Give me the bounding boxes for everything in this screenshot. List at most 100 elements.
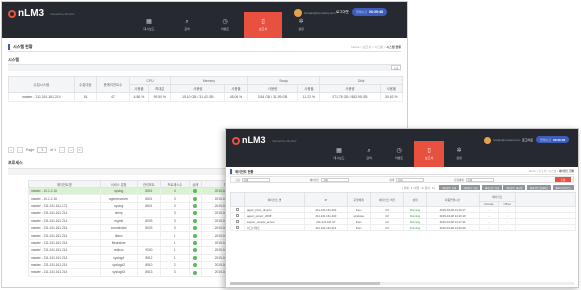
status-ok-icon	[193, 226, 198, 231]
logout-link[interactable]: 로그아웃	[336, 10, 349, 15]
scrollbar-thumb[interactable]	[230, 282, 380, 285]
first-page-button[interactable]: «	[8, 147, 14, 153]
table-row[interactable]: master - 211.241.161.214 mgmtl 8003 3 2015-0…	[28, 216, 258, 225]
register-agent-button[interactable]: 에이전트 등록	[439, 185, 460, 190]
restart-agent-button[interactable]: 에이전트 재시작	[503, 185, 526, 190]
col-header: 사용율	[379, 84, 404, 93]
cell: 271.76 GB / 883.95 GB	[319, 92, 381, 102]
logout-link[interactable]: 로그아웃	[522, 138, 533, 142]
current-time: 현재시간 00:29:48	[352, 8, 388, 16]
cell: 8003	[136, 223, 161, 233]
row-checkbox[interactable]	[230, 224, 245, 231]
nav-settings[interactable]: ✲ 설정	[444, 141, 474, 167]
app-logo[interactable]: nLM3	[242, 135, 266, 145]
breadcrumb-item[interactable]: 보고서	[363, 45, 371, 49]
status-ok-icon	[193, 204, 198, 209]
event-icon: ◷	[396, 148, 402, 154]
breadcrumb-item[interactable]: 보고서	[539, 170, 546, 173]
breadcrumb-item[interactable]: Home	[529, 170, 536, 173]
horizontal-scrollbar[interactable]	[230, 282, 574, 285]
status-cell	[188, 216, 203, 225]
delete-agent-button[interactable]: 에이전트 삭제	[481, 185, 502, 190]
status-ok-icon	[193, 218, 198, 223]
user-avatar[interactable]	[294, 9, 302, 17]
app-logo[interactable]: nLM3	[18, 8, 44, 19]
update-agent-button[interactable]: 에이전트 업데이트	[526, 185, 552, 190]
cell-blank	[515, 224, 576, 231]
breadcrumb-item[interactable]: Home	[352, 45, 360, 49]
table-row[interactable]: master - 211.241.161.214 syslogd2 8510 2 201…	[28, 260, 258, 270]
table-row[interactable]: master - 211.241.161.214 syslogd 8512 1 2015…	[28, 253, 258, 262]
top-navigation-bar: nLM3 Interactive Monitor ▦ 대시보드 ⌕ 검색 ◷ 이벤트 …	[226, 129, 578, 167]
system-section-title: 시스템	[8, 57, 20, 62]
nav-label: 설정	[456, 156, 462, 160]
table-row[interactable]: master - 10.1.2.16 agentreceiver 8501 3 2015…	[28, 194, 258, 203]
nav-event[interactable]: ◷ 이벤트	[206, 12, 244, 38]
nav-report[interactable]: ▯ 보고서	[244, 12, 282, 38]
cell: master - 211.241.161.214	[28, 238, 101, 248]
page-title: 에이전트 현황	[230, 168, 253, 174]
group-select[interactable]: 전체	[241, 177, 270, 182]
col-header: 상태	[403, 192, 427, 207]
page-input[interactable]: 1	[37, 147, 48, 153]
cell: master - 211.241.161.214	[28, 268, 101, 277]
excel-download-button[interactable]: Excel 다운로드	[552, 185, 574, 190]
table-row[interactable]: master - 211.241.161.214 16 47 4.86 % 99…	[8, 92, 404, 102]
system-query-button[interactable]: 조회	[391, 65, 401, 70]
breadcrumb-item[interactable]: 시스템	[549, 170, 556, 173]
col-header: 사용율	[297, 84, 321, 93]
table-row[interactable]: master - 211.241.161.214 syslogd3 8513 3 201…	[28, 268, 258, 277]
cell: 99.50 %	[148, 92, 172, 102]
cell: 1	[159, 231, 190, 240]
nav-dashboard[interactable]: ▦ 대시보드	[130, 12, 168, 38]
cell: linux	[346, 224, 371, 231]
select-all-checkbox[interactable]	[230, 192, 245, 207]
col-header: 총에이전트수	[96, 76, 130, 93]
page-header: 시스템 현황 Home > 보고서 > 시스템 > 시스템 현황	[8, 42, 401, 52]
col-header: 사용량	[246, 84, 299, 93]
nav-dashboard[interactable]: ▦ 대시보드	[324, 141, 354, 167]
prev-page-button[interactable]: ‹	[17, 147, 23, 153]
breadcrumb-current: 시스템 현황	[386, 44, 401, 49]
os-select[interactable]: 전체	[465, 177, 494, 182]
group-header: CPU	[128, 76, 172, 85]
col-header: 프로세스수	[159, 180, 190, 188]
search-icon: ⌕	[367, 148, 371, 154]
table-row[interactable]: master - 211.241.161.214 filedrainer 1 2015…	[28, 238, 258, 248]
search-button[interactable]: 조회	[555, 177, 571, 182]
next-page-button[interactable]: ›	[59, 147, 66, 153]
nav-event[interactable]: ◷ 이벤트	[384, 141, 414, 167]
nav-search[interactable]: ⌕ 검색	[354, 141, 384, 167]
nav-report[interactable]: ▯ 보고서	[414, 141, 444, 167]
clock-label: 현재시간	[540, 137, 552, 142]
user-avatar[interactable]	[484, 137, 491, 144]
clock-time: 00:29:48	[553, 137, 566, 142]
status-select[interactable]: 전체	[396, 177, 425, 182]
table-row[interactable]: master - 10.1.2.16 syslog 8501 3 2015-04-01 …	[28, 186, 258, 196]
status-ok-icon	[193, 196, 198, 201]
user-name: hongdo@company.com	[304, 11, 336, 15]
refresh-icon[interactable]: ↻	[77, 147, 84, 153]
nav-settings[interactable]: ✲ 설정	[282, 12, 320, 38]
nav-search[interactable]: ⌕ 검색	[168, 12, 206, 38]
filter-label: 상태	[389, 178, 395, 182]
table-row[interactable]: master - 211.241.161.214 nlmrp 3 2015-04-01…	[28, 209, 258, 218]
current-time: 현재시간 00:29:48	[536, 136, 570, 143]
page-total: of 1	[50, 148, 57, 152]
table-row[interactable]: 이그나이트 211.241.161.214 linux 3.0 Running 2015-…	[230, 224, 576, 231]
agent-select[interactable]: 전체	[321, 177, 350, 182]
breadcrumb-item[interactable]: 시스템	[375, 45, 383, 49]
status-cell: Running	[403, 224, 427, 231]
status-ok-icon	[193, 255, 198, 260]
table-row[interactable]: master - 211.241.161.172 syslog 8501 3 2015-…	[28, 201, 258, 211]
filter-label: 운영체제	[454, 178, 464, 182]
status-cell	[188, 268, 203, 277]
last-page-button[interactable]: »	[68, 147, 75, 153]
edit-agent-button[interactable]: 에이전트 수정	[460, 185, 481, 190]
cell: 3	[159, 194, 190, 203]
table-row[interactable]: master - 211.241.161.214 redbox 9000 1 2015-…	[28, 246, 258, 255]
table-row[interactable]: master - 211.241.161.214 dbmc 1 2015-04-01 …	[28, 231, 258, 240]
table-row[interactable]: master - 211.241.161.214 coordinator 8003 3…	[28, 223, 258, 233]
status-cell	[188, 231, 203, 240]
col-header: 에이전트명	[28, 180, 101, 188]
